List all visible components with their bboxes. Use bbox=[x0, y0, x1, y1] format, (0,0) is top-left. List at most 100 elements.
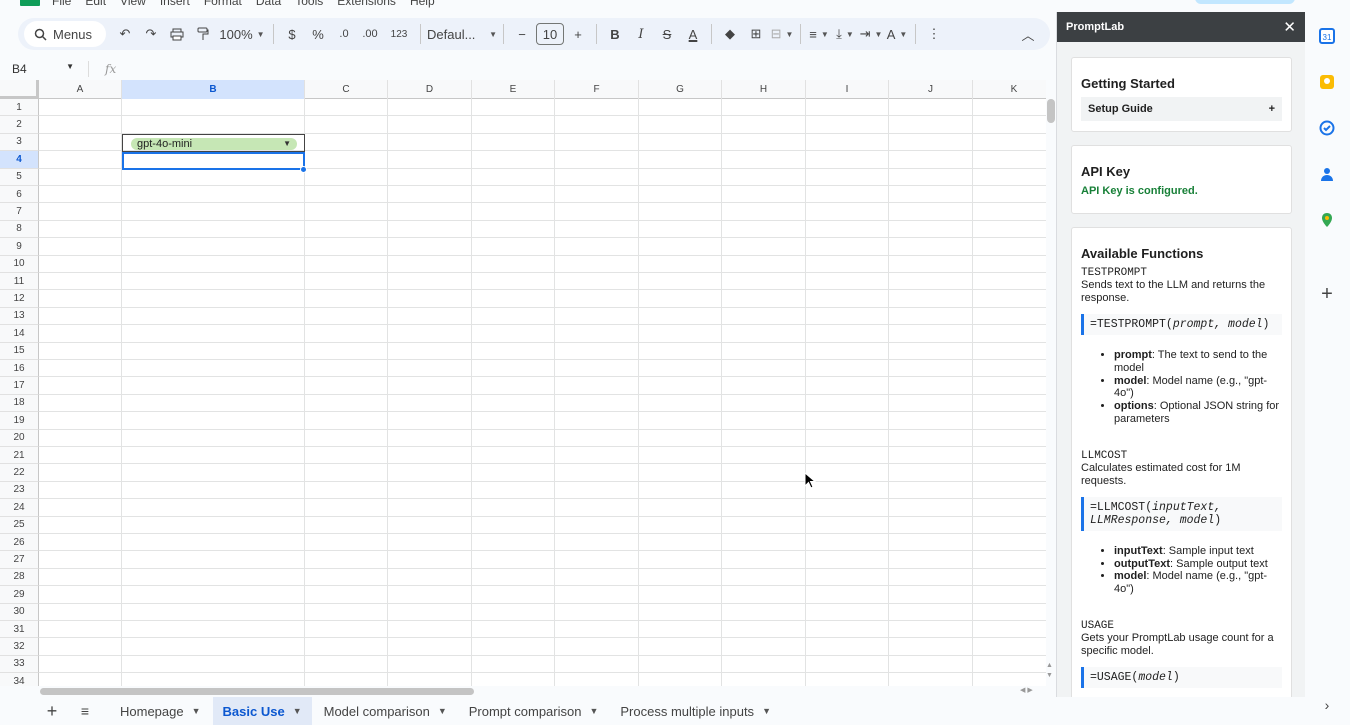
share-button[interactable] bbox=[1195, 0, 1295, 4]
row-header[interactable]: 27 bbox=[0, 551, 39, 569]
merge-cells-icon[interactable]: ⊟ ▼ bbox=[770, 21, 794, 47]
spreadsheet-grid[interactable]: ABCDEFGHIJK 1 2 3 4 5 6 7 8 9 10 11 12 13 14 15 16 17 18 1… bbox=[0, 80, 1046, 686]
italic-button[interactable]: I bbox=[629, 21, 653, 47]
active-cell-b4[interactable] bbox=[122, 152, 305, 170]
collapse-toolbar-icon[interactable]: ︿ bbox=[1016, 21, 1040, 47]
row-header[interactable]: 34 bbox=[0, 673, 39, 686]
column-header[interactable]: H bbox=[722, 80, 806, 99]
horizontal-scroll-arrows[interactable]: ◀ ▶ bbox=[1020, 686, 1033, 694]
menu-file[interactable]: File bbox=[52, 0, 71, 8]
row-header[interactable]: 23 bbox=[0, 481, 39, 500]
column-header[interactable]: G bbox=[639, 80, 722, 99]
horizontal-align-icon[interactable]: ≡ ▼ bbox=[807, 21, 831, 47]
borders-icon[interactable]: ⊞ bbox=[744, 21, 768, 47]
row-header[interactable]: 6 bbox=[0, 186, 39, 204]
row-header[interactable]: 10 bbox=[0, 255, 39, 273]
more-formats-button[interactable]: 123 bbox=[384, 21, 414, 47]
column-header[interactable]: D bbox=[388, 80, 472, 99]
print-icon[interactable] bbox=[165, 21, 189, 47]
undo-icon[interactable]: ↶ bbox=[113, 21, 137, 47]
row-header[interactable]: 20 bbox=[0, 429, 39, 447]
font-size-input[interactable]: 10 bbox=[536, 23, 564, 45]
menu-help[interactable]: Help bbox=[410, 0, 435, 8]
all-sheets-icon[interactable]: ≡ bbox=[76, 703, 94, 719]
scroll-arrows[interactable]: ▲ ▼ bbox=[1046, 661, 1053, 681]
row-header[interactable]: 3 bbox=[0, 133, 39, 152]
vertical-align-icon[interactable]: ⤓ ▼ bbox=[833, 21, 857, 47]
search-menus-button[interactable]: Menus bbox=[24, 21, 106, 47]
bold-button[interactable]: B bbox=[603, 21, 627, 47]
row-header[interactable]: 28 bbox=[0, 568, 39, 587]
add-addon-icon[interactable]: + bbox=[1319, 283, 1335, 305]
increase-font-size-icon[interactable]: + bbox=[566, 21, 590, 47]
strikethrough-button[interactable]: S bbox=[655, 21, 679, 47]
row-header[interactable]: 29 bbox=[0, 586, 39, 604]
horizontal-scrollbar[interactable] bbox=[40, 688, 474, 695]
percent-format-button[interactable]: % bbox=[306, 21, 330, 47]
menu-edit[interactable]: Edit bbox=[85, 0, 106, 8]
formula-input[interactable] bbox=[126, 60, 1056, 78]
column-header[interactable]: J bbox=[889, 80, 973, 99]
sheet-tab-model-comparison[interactable]: Model comparison ▼ bbox=[314, 697, 457, 725]
row-header[interactable]: 31 bbox=[0, 621, 39, 639]
row-header[interactable]: 2 bbox=[0, 116, 39, 134]
sheet-tab-process-multiple-inputs[interactable]: Process multiple inputs ▼ bbox=[610, 697, 781, 725]
keep-icon[interactable] bbox=[1319, 74, 1335, 90]
column-header[interactable]: E bbox=[472, 80, 555, 99]
row-header[interactable]: 13 bbox=[0, 307, 39, 326]
column-header[interactable]: F bbox=[555, 80, 639, 99]
add-sheet-icon[interactable]: + bbox=[44, 701, 60, 722]
model-dropdown-chip[interactable]: gpt-4o-mini ▼ bbox=[131, 138, 297, 150]
decrease-font-size-icon[interactable]: − bbox=[510, 21, 534, 47]
row-header[interactable]: 25 bbox=[0, 516, 39, 534]
row-header[interactable]: 16 bbox=[0, 360, 39, 378]
row-header[interactable]: 11 bbox=[0, 273, 39, 291]
setup-guide-toggle[interactable]: Setup Guide + bbox=[1081, 97, 1282, 121]
text-color-button[interactable]: A bbox=[681, 21, 705, 47]
row-header[interactable]: 21 bbox=[0, 447, 39, 465]
maps-icon[interactable] bbox=[1319, 212, 1335, 228]
row-header[interactable]: 9 bbox=[0, 238, 39, 256]
menu-format[interactable]: Format bbox=[204, 0, 242, 8]
zoom-select[interactable]: 100% ▼ bbox=[217, 21, 267, 47]
row-header[interactable]: 30 bbox=[0, 603, 39, 621]
chevron-right-icon[interactable]: › bbox=[1319, 697, 1335, 713]
row-header[interactable]: 32 bbox=[0, 638, 39, 656]
row-header[interactable]: 14 bbox=[0, 325, 39, 343]
sheet-tab-prompt-comparison[interactable]: Prompt comparison ▼ bbox=[459, 697, 609, 725]
menu-extensions[interactable]: Extensions bbox=[337, 0, 396, 8]
sheet-tab-basic-use[interactable]: Basic Use ▼ bbox=[212, 697, 312, 725]
row-header[interactable]: 24 bbox=[0, 499, 39, 517]
fill-handle[interactable] bbox=[300, 166, 307, 173]
select-all-corner[interactable] bbox=[0, 80, 39, 99]
menu-tools[interactable]: Tools bbox=[295, 0, 323, 8]
row-header[interactable]: 1 bbox=[0, 99, 39, 117]
row-header[interactable]: 5 bbox=[0, 168, 39, 186]
row-header[interactable]: 17 bbox=[0, 377, 39, 395]
contacts-icon[interactable] bbox=[1319, 166, 1335, 182]
redo-icon[interactable]: ↷ bbox=[139, 21, 163, 47]
tasks-icon[interactable] bbox=[1319, 120, 1335, 136]
text-wrapping-icon[interactable]: ⇥ ▼ bbox=[859, 21, 883, 47]
calendar-icon[interactable]: 31 bbox=[1319, 28, 1335, 44]
row-header[interactable]: 8 bbox=[0, 220, 39, 239]
row-header[interactable]: 22 bbox=[0, 464, 39, 482]
cell-b3-dropdown[interactable]: gpt-4o-mini ▼ bbox=[122, 134, 305, 152]
column-header[interactable]: I bbox=[806, 80, 889, 99]
row-header[interactable]: 7 bbox=[0, 203, 39, 221]
row-header[interactable]: 18 bbox=[0, 394, 39, 413]
menu-insert[interactable]: Insert bbox=[160, 0, 190, 8]
menu-data[interactable]: Data bbox=[256, 0, 281, 8]
fill-color-icon[interactable]: ◆ bbox=[718, 21, 742, 47]
row-header[interactable]: 33 bbox=[0, 655, 39, 674]
row-header[interactable]: 12 bbox=[0, 290, 39, 308]
vertical-scrollbar[interactable] bbox=[1047, 99, 1055, 123]
row-header[interactable]: 19 bbox=[0, 412, 39, 430]
paint-format-icon[interactable] bbox=[191, 21, 215, 47]
text-rotation-icon[interactable]: A ▼ bbox=[885, 21, 909, 47]
row-header[interactable]: 4 bbox=[0, 151, 39, 169]
more-options-icon[interactable]: ⋮ bbox=[922, 21, 946, 47]
panel-body[interactable]: Getting Started Setup Guide + API Key AP… bbox=[1057, 42, 1305, 697]
column-header[interactable]: K bbox=[973, 80, 1046, 99]
row-header[interactable]: 15 bbox=[0, 342, 39, 360]
